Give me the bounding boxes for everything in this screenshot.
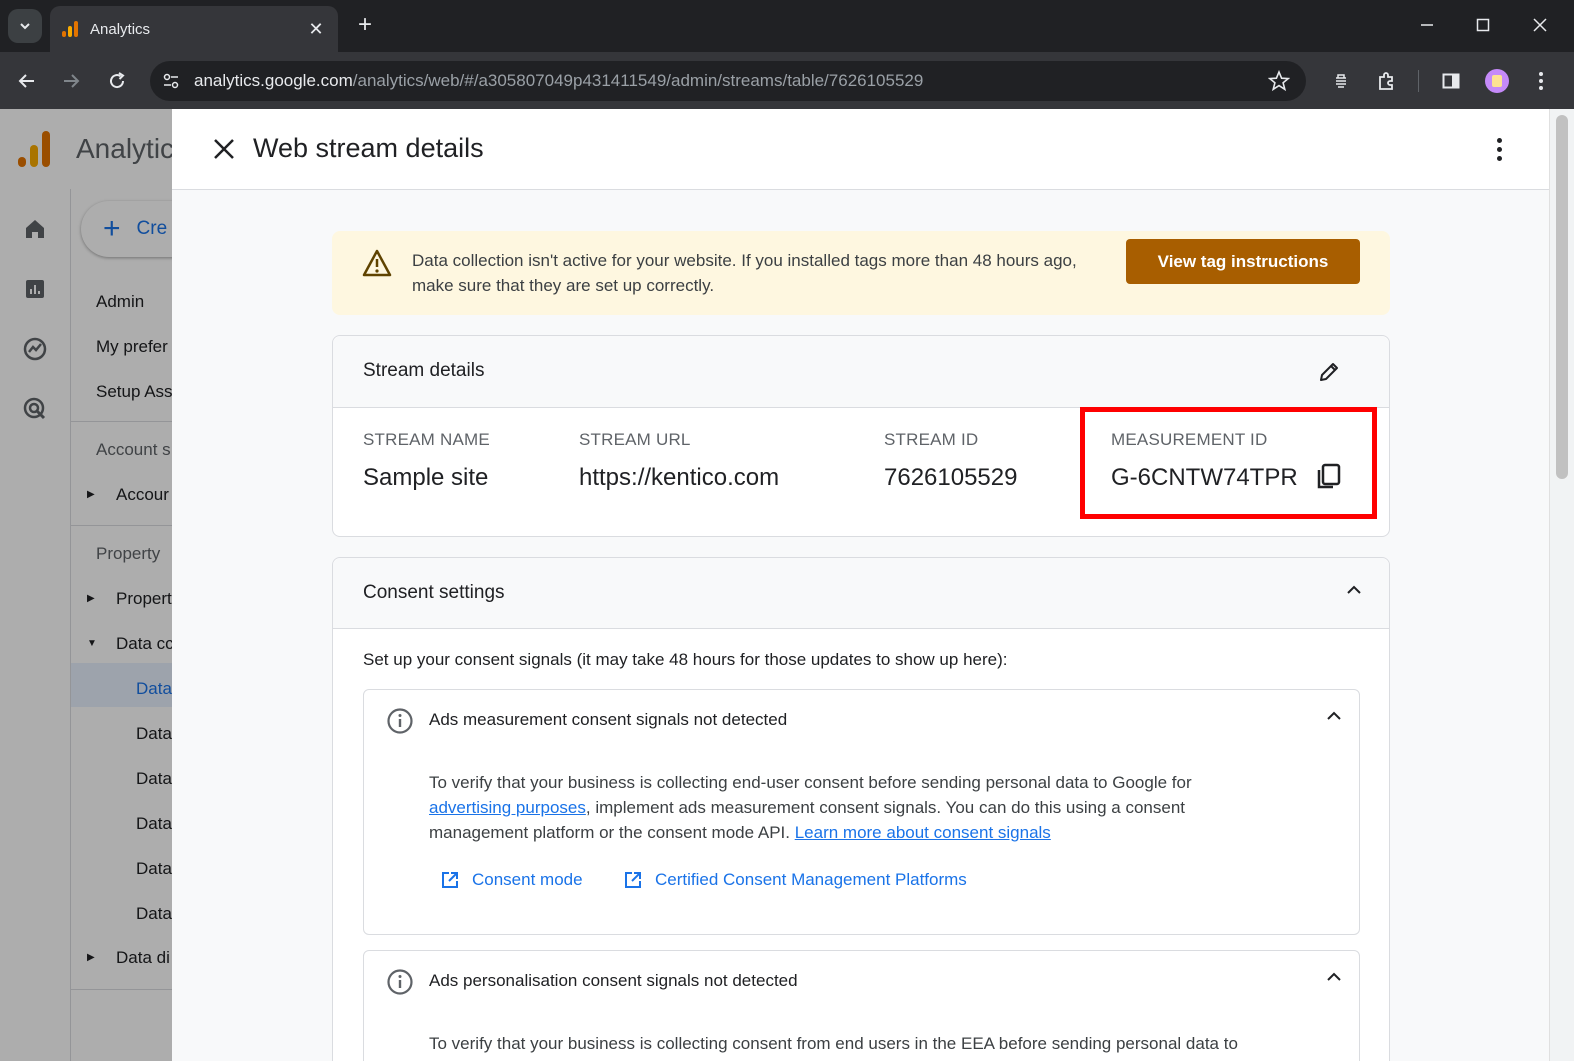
ads-personalisation-title: Ads personalisation consent signals not … — [429, 971, 798, 990]
learn-more-consent-link[interactable]: Learn more about consent signals — [795, 823, 1051, 842]
password-icon[interactable] — [1326, 66, 1356, 96]
tab-search-button[interactable] — [8, 9, 42, 43]
star-icon[interactable] — [1268, 70, 1290, 92]
address-bar[interactable]: analytics.google.com/analytics/web/#/a30… — [150, 61, 1306, 101]
url-text: analytics.google.com/analytics/web/#/a30… — [194, 71, 924, 90]
stream-details-header: Stream details — [333, 336, 1389, 408]
analytics-favicon — [62, 21, 80, 37]
chevron-up-icon[interactable] — [1342, 578, 1366, 602]
consent-mode-link[interactable]: Consent mode — [440, 870, 583, 890]
menu-icon[interactable] — [1526, 66, 1556, 96]
close-icon[interactable] — [210, 135, 238, 163]
ads-personalisation-panel: Ads personalisation consent signals not … — [363, 950, 1360, 1061]
drawer-title: Web stream details — [253, 133, 484, 163]
kebab-icon[interactable] — [1485, 135, 1513, 163]
chevron-up-icon[interactable] — [1322, 965, 1346, 989]
site-info-icon[interactable] — [162, 72, 180, 90]
pencil-icon[interactable] — [1313, 356, 1345, 388]
stream-id-value: 7626105529 — [884, 464, 1018, 491]
extension-icon[interactable] — [1371, 66, 1401, 96]
browser-tabstrip: Analytics ✕ + — [0, 0, 1574, 52]
plus-icon[interactable]: + — [352, 12, 378, 38]
stream-id-field: STREAM ID 7626105529 — [884, 430, 1017, 492]
ads-measurement-title: Ads measurement consent signals not dete… — [429, 710, 788, 729]
open-in-new-icon — [625, 872, 641, 888]
scrollbar[interactable] — [1549, 109, 1574, 1061]
browser-toolbar: analytics.google.com/analytics/web/#/a30… — [0, 52, 1574, 109]
scrollbar-thumb[interactable] — [1556, 115, 1568, 479]
toolbar-divider — [1418, 70, 1419, 92]
ads-measurement-panel: Ads measurement consent signals not dete… — [363, 689, 1360, 935]
data-collection-warning-banner: Data collection isn't active for your we… — [332, 231, 1390, 315]
maximize-button[interactable] — [1468, 12, 1498, 38]
chevron-up-icon[interactable] — [1322, 704, 1346, 728]
web-stream-details-drawer: Web stream details Data collection isn't… — [172, 109, 1574, 1061]
chevron-down-icon — [20, 23, 30, 30]
banner-text: Data collection isn't active for your we… — [412, 251, 1077, 295]
stream-name-field: STREAM NAME Sample site — [363, 430, 490, 492]
advertising-purposes-link[interactable]: advertising purposes — [429, 798, 586, 817]
profile-icon[interactable] — [1482, 66, 1512, 96]
ads-measurement-body: To verify that your business is collecti… — [429, 773, 1192, 842]
measurement-id-highlight-box — [1080, 407, 1377, 519]
warning-icon — [362, 249, 392, 277]
sidepanel-icon[interactable] — [1436, 66, 1466, 96]
consent-settings-title: Consent settings — [363, 582, 505, 603]
stream-url-label: STREAM URL — [579, 430, 691, 449]
stream-name-value: Sample site — [363, 464, 489, 491]
stream-details-title: Stream details — [363, 360, 485, 381]
reload-icon[interactable] — [102, 66, 132, 96]
stream-url-field: STREAM URL https://kentico.com — [579, 430, 779, 492]
stream-url-value: https://kentico.com — [579, 464, 780, 491]
ads-personalisation-body: To verify that your business is collecti… — [429, 1034, 1238, 1053]
minimize-button[interactable] — [1412, 12, 1442, 38]
certified-cmp-link[interactable]: Certified Consent Management Platforms — [623, 870, 967, 890]
consent-settings-header[interactable]: Consent settings — [333, 558, 1389, 629]
stream-name-label: STREAM NAME — [363, 430, 490, 449]
open-in-new-icon — [442, 872, 458, 888]
consent-intro: Set up your consent signals (it may take… — [363, 650, 1008, 669]
browser-tab[interactable]: Analytics ✕ — [50, 6, 338, 52]
window-close-button[interactable] — [1525, 12, 1555, 38]
close-icon[interactable]: ✕ — [306, 19, 326, 40]
view-tag-instructions-button[interactable]: View tag instructions — [1126, 239, 1360, 284]
tab-title: Analytics — [90, 20, 151, 38]
info-icon — [387, 969, 413, 995]
forward-icon[interactable] — [56, 66, 86, 96]
back-icon[interactable] — [12, 66, 42, 96]
stream-id-label: STREAM ID — [884, 430, 979, 449]
info-icon — [387, 708, 413, 734]
consent-settings-card: Consent settings Set up your consent sig… — [332, 557, 1390, 1061]
drawer-header: Web stream details — [172, 109, 1549, 190]
